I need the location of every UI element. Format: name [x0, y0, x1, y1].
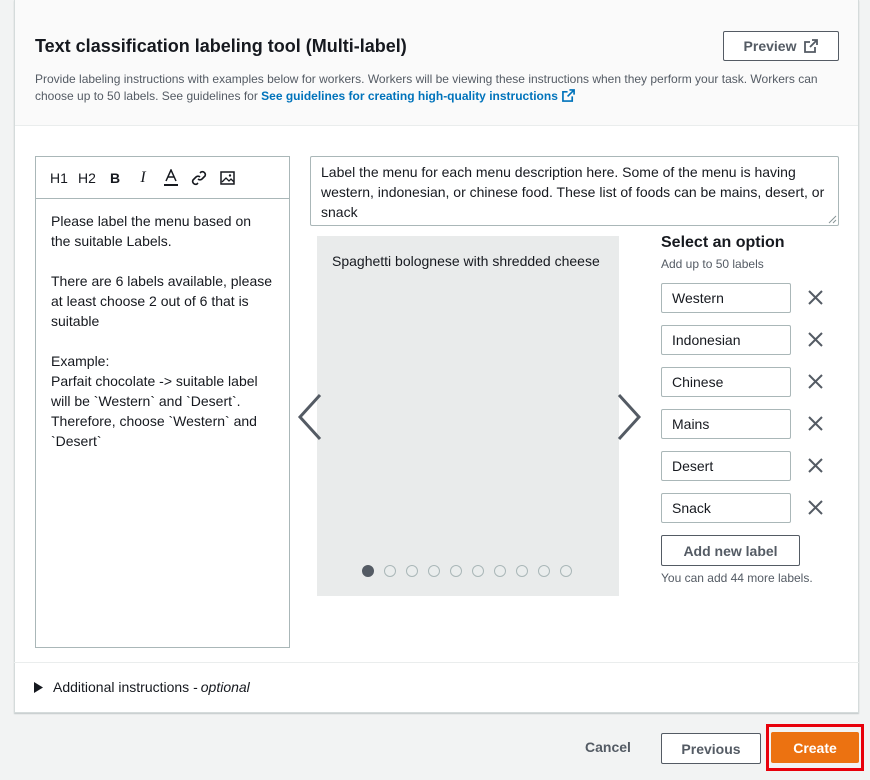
link-button[interactable] — [188, 167, 210, 189]
label-input[interactable]: Western — [661, 283, 791, 313]
label-row: Snack — [661, 493, 831, 523]
carousel-dot[interactable] — [428, 565, 440, 577]
label-row: Indonesian — [661, 325, 831, 355]
italic-button[interactable]: I — [132, 167, 154, 189]
label-input[interactable]: Desert — [661, 451, 791, 481]
text-color-icon — [164, 168, 178, 186]
close-icon[interactable] — [808, 374, 823, 389]
external-link-icon — [561, 89, 575, 102]
label-input[interactable]: Indonesian — [661, 325, 791, 355]
close-icon[interactable] — [808, 458, 823, 473]
divider — [14, 662, 859, 663]
carousel-dot[interactable] — [472, 565, 484, 577]
task-header-text: Label the menu for each menu description… — [321, 164, 825, 220]
image-icon — [219, 170, 235, 185]
label-row: Desert — [661, 451, 831, 481]
cancel-button[interactable]: Cancel — [585, 739, 631, 755]
bold-button[interactable]: B — [104, 167, 126, 189]
instructions-editor[interactable]: H1 H2 B I Please label the menu based on… — [35, 156, 290, 648]
additional-instructions-label: Additional instructions - — [53, 679, 198, 695]
label-row: Mains — [661, 409, 831, 439]
label-row: Chinese — [661, 367, 831, 397]
create-button[interactable]: Create — [771, 732, 859, 763]
carousel-dot[interactable] — [362, 565, 374, 577]
carousel-dot[interactable] — [450, 565, 462, 577]
bold-label: B — [109, 169, 121, 186]
optional-label: optional — [200, 679, 250, 695]
italic-label: I — [140, 168, 146, 186]
chevron-left-icon[interactable] — [290, 393, 330, 441]
caret-right-icon — [34, 681, 43, 693]
close-icon[interactable] — [808, 332, 823, 347]
guidelines-link[interactable]: See guidelines for creating high-quality… — [261, 89, 575, 103]
carousel-dot[interactable] — [384, 565, 396, 577]
close-icon[interactable] — [808, 416, 823, 431]
label-input[interactable]: Mains — [661, 409, 791, 439]
label-row: Western — [661, 283, 831, 313]
sample-text: Spaghetti bolognese with shredded cheese — [332, 253, 600, 269]
previous-button[interactable]: Previous — [661, 733, 761, 764]
label-input[interactable]: Chinese — [661, 367, 791, 397]
carousel-pagination — [362, 565, 572, 577]
tool-description: Provide labeling instructions with examp… — [35, 71, 825, 105]
heading1-label: H1 — [50, 169, 68, 186]
editor-toolbar: H1 H2 B I — [36, 157, 289, 199]
carousel-dot[interactable] — [494, 565, 506, 577]
labels-remaining-hint: You can add 44 more labels. — [661, 571, 813, 585]
carousel-dot[interactable] — [538, 565, 550, 577]
guidelines-link-text: See guidelines for creating high-quality… — [261, 89, 558, 103]
carousel-dot[interactable] — [560, 565, 572, 577]
close-icon[interactable] — [808, 290, 823, 305]
chevron-right-icon[interactable] — [601, 393, 641, 441]
panel-header: Text classification labeling tool (Multi… — [15, 0, 858, 126]
additional-instructions-toggle[interactable]: Additional instructions - optional — [34, 679, 250, 695]
heading1-button[interactable]: H1 — [48, 167, 70, 189]
label-input[interactable]: Snack — [661, 493, 791, 523]
external-link-icon — [804, 39, 819, 53]
editor-content[interactable]: Please label the menu based on the suita… — [36, 199, 289, 463]
resize-handle-icon[interactable] — [828, 215, 837, 224]
tool-title: Text classification labeling tool (Multi… — [35, 36, 407, 56]
preview-label: Preview — [743, 38, 797, 54]
close-icon[interactable] — [808, 500, 823, 515]
image-button[interactable] — [216, 167, 238, 189]
carousel-dot[interactable] — [406, 565, 418, 577]
heading2-label: H2 — [78, 169, 96, 186]
text-color-button[interactable] — [160, 167, 182, 189]
options-subtitle: Add up to 50 labels — [661, 257, 764, 271]
options-title: Select an option — [661, 234, 785, 251]
preview-button[interactable]: Preview — [723, 31, 839, 61]
link-icon — [191, 170, 207, 185]
task-header-textarea[interactable]: Label the menu for each menu description… — [310, 156, 839, 226]
heading2-button[interactable]: H2 — [76, 167, 98, 189]
carousel-dot[interactable] — [516, 565, 528, 577]
add-new-label-button[interactable]: Add new label — [661, 535, 800, 566]
sample-carousel: Spaghetti bolognese with shredded cheese — [317, 236, 619, 596]
